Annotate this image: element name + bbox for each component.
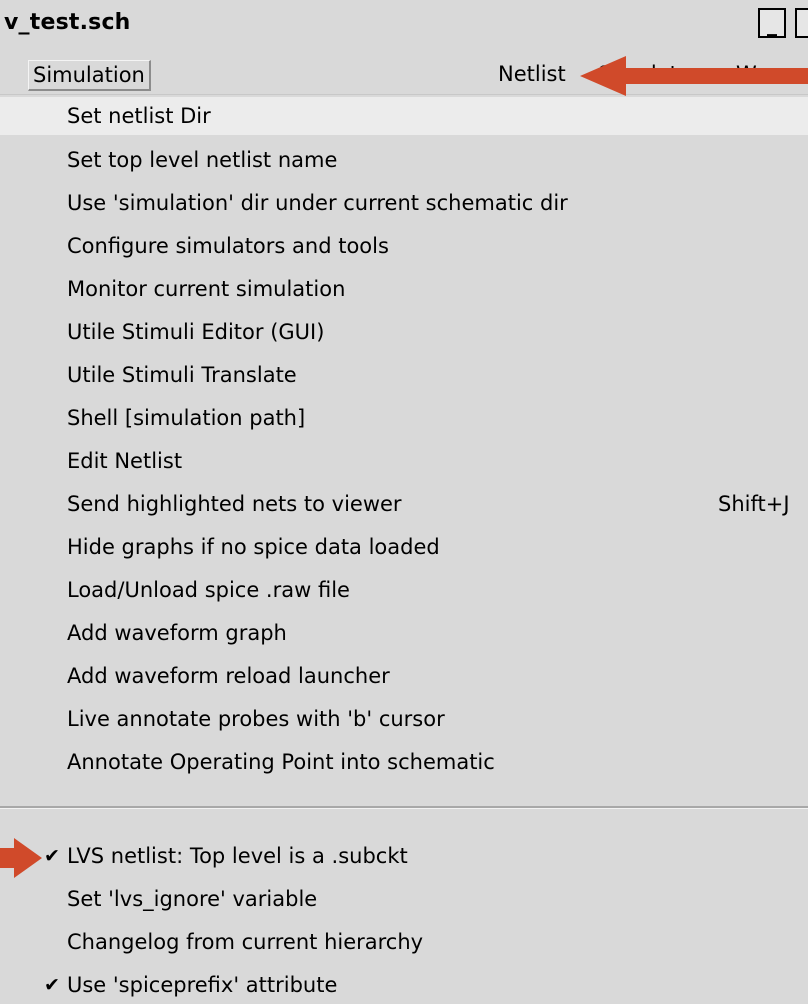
menu-item-label: Utile Stimuli Editor (GUI): [67, 320, 325, 344]
menu-item-stimuli-editor[interactable]: Utile Stimuli Editor (GUI): [0, 313, 808, 351]
menu-item-label: Configure simulators and tools: [67, 234, 389, 258]
title-bar: v_test.sch _: [0, 0, 808, 52]
menu-item-stimuli-translate[interactable]: Utile Stimuli Translate: [0, 356, 808, 394]
menu-item-label: Set netlist Dir: [67, 104, 211, 128]
menu-item-label: Utile Stimuli Translate: [67, 363, 297, 387]
menu-item-use-simulation-dir[interactable]: Use 'simulation' dir under current schem…: [0, 184, 808, 222]
menu-item-changelog[interactable]: Changelog from current hierarchy: [0, 923, 808, 961]
menu-simulation[interactable]: Simulation: [28, 60, 151, 91]
menu-item-set-lvs-ignore[interactable]: Set 'lvs_ignore' variable: [0, 880, 808, 918]
checkmark-icon: ✔: [44, 845, 60, 867]
checkmark-icon: ✔: [44, 974, 60, 996]
menu-item-shell[interactable]: Shell [simulation path]: [0, 399, 808, 437]
menu-item-label: Add waveform graph: [67, 621, 287, 645]
menu-item-label: Annotate Operating Point into schematic: [67, 750, 495, 774]
menu-item-send-highlighted-nets[interactable]: Send highlighted nets to viewer Shift+J: [0, 485, 808, 523]
menu-item-set-netlist-dir[interactable]: Set netlist Dir: [0, 97, 808, 135]
maximize-button[interactable]: [795, 8, 808, 38]
menu-item-label: Set 'lvs_ignore' variable: [67, 887, 318, 911]
menu-item-configure-simulators[interactable]: Configure simulators and tools: [0, 227, 808, 265]
menu-item-set-top-level-netlist-name[interactable]: Set top level netlist name: [0, 141, 808, 179]
menu-item-label: Changelog from current hierarchy: [67, 930, 424, 954]
window-title: v_test.sch: [4, 10, 131, 35]
menu-item-load-unload-raw[interactable]: Load/Unload spice .raw file: [0, 571, 808, 609]
menu-item-use-spiceprefix[interactable]: ✔ Use 'spiceprefix' attribute: [0, 966, 808, 1004]
minimize-button[interactable]: _: [758, 8, 786, 38]
menu-item-add-reload-launcher[interactable]: Add waveform reload launcher: [0, 657, 808, 695]
menu-item-label: Set top level netlist name: [67, 148, 338, 172]
menu-item-label: Use 'spiceprefix' attribute: [67, 973, 338, 997]
menu-item-label: Add waveform reload launcher: [67, 664, 390, 688]
menu-item-label: LVS netlist: Top level is a .subckt: [67, 844, 408, 868]
menu-item-annotate-operating-point[interactable]: Annotate Operating Point into schematic: [0, 743, 808, 781]
menu-item-label: Edit Netlist: [67, 449, 183, 473]
menu-netlist[interactable]: Netlist: [494, 60, 570, 88]
menu-item-lvs-netlist-subckt[interactable]: ✔ LVS netlist: Top level is a .subckt: [0, 837, 808, 875]
simulation-dropdown-menu: Set netlist Dir Set top level netlist na…: [0, 94, 808, 1001]
menu-item-label: Send highlighted nets to viewer: [67, 492, 402, 516]
menu-item-live-annotate-probes[interactable]: Live annotate probes with 'b' cursor: [0, 700, 808, 738]
annotation-arrow-icon: [0, 838, 42, 878]
menu-item-add-waveform-graph[interactable]: Add waveform graph: [0, 614, 808, 652]
menu-separator: [0, 806, 808, 809]
menu-item-label: Monitor current simulation: [67, 277, 346, 301]
menu-item-label: Hide graphs if no spice data loaded: [67, 535, 440, 559]
menu-item-label: Load/Unload spice .raw file: [67, 578, 350, 602]
menu-item-monitor-simulation[interactable]: Monitor current simulation: [0, 270, 808, 308]
menu-item-label: Shell [simulation path]: [67, 406, 306, 430]
annotation-arrow-icon: [580, 56, 808, 96]
menu-item-edit-netlist[interactable]: Edit Netlist: [0, 442, 808, 480]
menu-item-label: Use 'simulation' dir under current schem…: [67, 191, 568, 215]
menu-item-label: Live annotate probes with 'b' cursor: [67, 707, 445, 731]
menu-item-shortcut: Shift+J: [718, 492, 790, 516]
menu-item-hide-graphs[interactable]: Hide graphs if no spice data loaded: [0, 528, 808, 566]
